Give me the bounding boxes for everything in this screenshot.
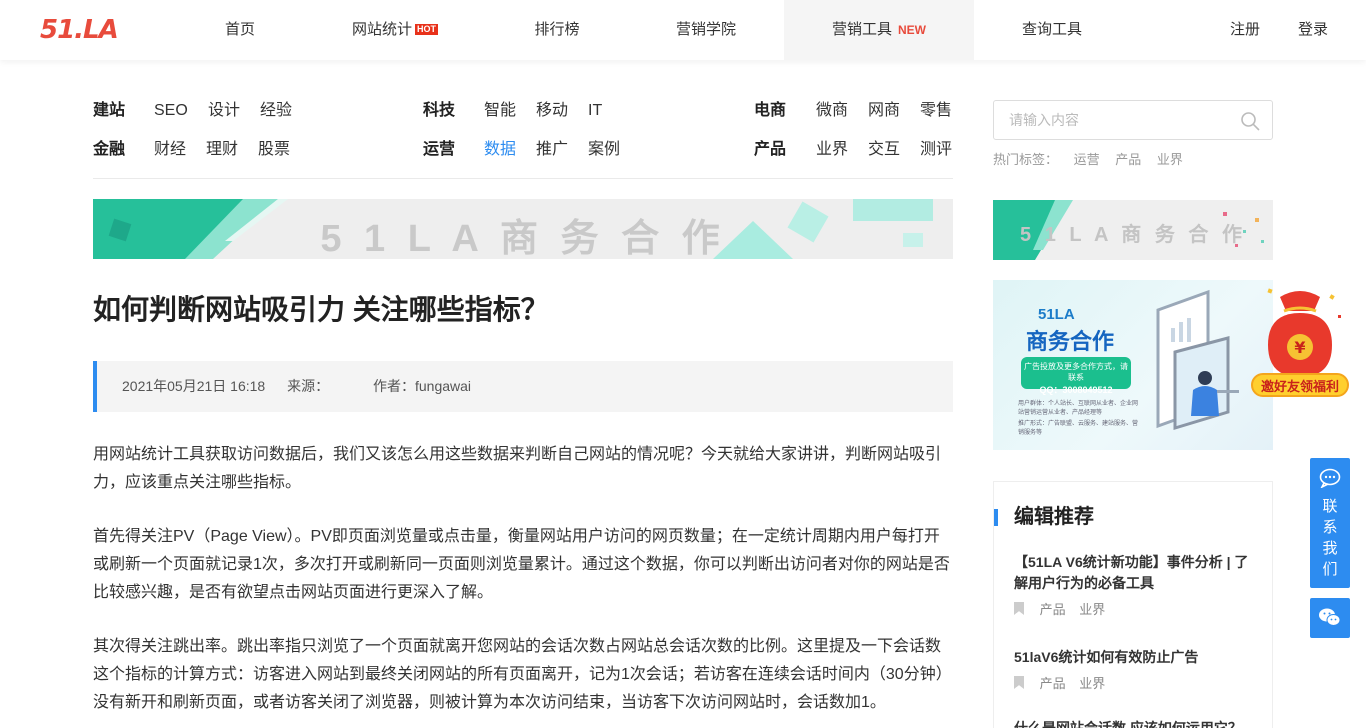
pick-tag[interactable]: 业界 bbox=[1079, 676, 1105, 691]
search-icon[interactable] bbox=[1240, 111, 1260, 131]
article-paragraph: 首先得关注PV（Page View）。PV即页面浏览量或点击量，衡量网站用户访问… bbox=[93, 528, 950, 601]
pick-title[interactable]: 什么是网站会话数 应该如何运用它？ bbox=[1014, 718, 1254, 728]
nav-label: 排行榜 bbox=[534, 21, 580, 38]
chat-icon bbox=[1319, 468, 1341, 489]
nav-label: 网站统计 bbox=[351, 21, 412, 38]
side-banner-text: 5 1 L A 商 务 合 作 bbox=[1020, 224, 1246, 246]
nav-ranking[interactable]: 排行榜 bbox=[512, 0, 602, 60]
picks-title: 编辑推荐 bbox=[1014, 506, 1094, 528]
category-link[interactable]: 微商 bbox=[816, 100, 848, 122]
category-link[interactable]: 推广 bbox=[536, 139, 568, 161]
category-link-active[interactable]: 数据 bbox=[484, 139, 516, 161]
ad-contact-pill: 广告投放及更多合作方式，请联系 QQ：3008049512 bbox=[1021, 357, 1131, 395]
pick-tag[interactable]: 产品 bbox=[1040, 602, 1066, 617]
category-link[interactable]: 财经 bbox=[154, 139, 186, 161]
side-cooperation-banner[interactable]: 5 1 L A 商 务 合 作 bbox=[993, 200, 1273, 260]
nav-label: 查询工具 bbox=[1021, 21, 1082, 38]
top-header: 51.LA 首页 网站统计 HOT 排行榜 营销学院 营销工具 NEW 查询工具 注… bbox=[0, 0, 1366, 60]
category-link[interactable]: 网商 bbox=[868, 100, 900, 122]
hot-badge: HOT bbox=[415, 24, 438, 35]
hot-tag[interactable]: 运营 bbox=[1074, 152, 1100, 167]
category-link[interactable]: 案例 bbox=[588, 139, 620, 161]
nav-label: 营销工具 bbox=[831, 21, 892, 38]
category-link[interactable]: 智能 bbox=[484, 100, 516, 122]
search-box bbox=[993, 100, 1273, 140]
category-head[interactable]: 建站 bbox=[93, 100, 125, 122]
contact-char: 联 bbox=[1322, 498, 1338, 515]
nav-marketing-academy[interactable]: 营销学院 bbox=[660, 0, 752, 60]
site-logo[interactable]: 51.LA bbox=[40, 16, 119, 44]
ad-fine-print: 推广形式：广告联盟、云服务、建站服务、营销服务等 bbox=[1018, 421, 1139, 436]
pick-title[interactable]: 【51LA V6统计新功能】事件分析 | 了解用户行为的必备工具 bbox=[1014, 552, 1254, 594]
hot-tag[interactable]: 产品 bbox=[1115, 152, 1141, 167]
business-ad-card[interactable]: 51LA 商务合作 广告投放及更多合作方式，请联系 QQ：3008049512 … bbox=[993, 280, 1273, 450]
article-date: 2021年05月21日 16:18 bbox=[122, 378, 266, 394]
article-source: 来源： bbox=[287, 378, 330, 394]
hot-tags: 热门标签： 运营 产品 业界 bbox=[993, 150, 1183, 170]
nav-label: 营销学院 bbox=[675, 21, 736, 38]
category-link[interactable]: 移动 bbox=[536, 100, 568, 122]
hot-tag[interactable]: 业界 bbox=[1157, 152, 1183, 167]
article-author: 作者：fungawai bbox=[373, 378, 472, 394]
ad-brand: 51LA bbox=[1038, 306, 1075, 323]
nav-query-tools[interactable]: 查询工具 bbox=[1006, 0, 1098, 60]
category-head[interactable]: 电商 bbox=[754, 100, 786, 122]
ad-fine-print: 用户群体：个人站长、互联网从业者、企业网站营销运营从业者、产品经理等 bbox=[1018, 401, 1139, 416]
category-head[interactable]: 科技 bbox=[423, 100, 455, 122]
pick-tags: 产品 业界 bbox=[1014, 601, 1115, 619]
hot-tags-label: 热门标签： bbox=[993, 152, 1059, 167]
banner-text: 5 1 L A 商 务 合 作 bbox=[320, 218, 726, 259]
category-link[interactable]: 设计 bbox=[208, 100, 240, 122]
invite-reward-button[interactable]: 邀好友领福利 bbox=[1251, 373, 1349, 397]
wechat-icon bbox=[1319, 608, 1341, 626]
pick-tags: 产品 业界 bbox=[1014, 675, 1115, 693]
nav-site-stats[interactable]: 网站统计 HOT bbox=[340, 0, 450, 60]
contact-char: 系 bbox=[1322, 519, 1338, 536]
login-link[interactable]: 登录 bbox=[1298, 0, 1328, 60]
contact-us-button[interactable]: 联 系 我 们 bbox=[1310, 458, 1350, 588]
business-cooperation-banner[interactable]: 5 1 L A 商 务 合 作 bbox=[93, 199, 953, 259]
register-link[interactable]: 注册 bbox=[1230, 0, 1260, 60]
nav-marketing-tools[interactable]: 营销工具 NEW bbox=[784, 0, 974, 60]
contact-char: 我 bbox=[1322, 540, 1338, 557]
category-link[interactable]: 零售 bbox=[920, 100, 952, 122]
article-paragraph: 其次得关注跳出率。跳出率指只浏览了一个页面就离开您网站的会话次数占网站总会话次数… bbox=[93, 638, 952, 711]
contact-chars: 联 系 我 们 bbox=[1310, 496, 1350, 580]
picks-accent-bar bbox=[994, 509, 998, 526]
editor-picks: 编辑推荐 【51LA V6统计新功能】事件分析 | 了解用户行为的必备工具 产品… bbox=[993, 481, 1273, 728]
ad-title: 商务合作 bbox=[1026, 329, 1115, 354]
pick-title[interactable]: 51laV6统计如何有效防止广告 bbox=[1014, 647, 1254, 668]
category-link[interactable]: 业界 bbox=[816, 139, 848, 161]
envelope-symbol: ¥ bbox=[1294, 338, 1305, 357]
category-divider bbox=[93, 178, 953, 179]
contact-char: 们 bbox=[1322, 561, 1338, 578]
bookmark-icon bbox=[1014, 676, 1024, 689]
category-link[interactable]: 理财 bbox=[206, 139, 238, 161]
nav-label: 首页 bbox=[224, 21, 255, 38]
new-badge: NEW bbox=[898, 23, 926, 37]
article-title: 如何判断网站吸引力 关注哪些指标？ bbox=[93, 294, 549, 325]
category-head[interactable]: 运营 bbox=[423, 139, 455, 161]
category-head[interactable]: 金融 bbox=[93, 139, 125, 161]
category-link[interactable]: 测评 bbox=[920, 139, 952, 161]
category-link[interactable]: 经验 bbox=[260, 100, 292, 122]
nav-home[interactable]: 首页 bbox=[200, 0, 280, 60]
category-head[interactable]: 产品 bbox=[754, 139, 786, 161]
pick-tag[interactable]: 业界 bbox=[1079, 602, 1105, 617]
category-link[interactable]: 交互 bbox=[868, 139, 900, 161]
pick-tag[interactable]: 产品 bbox=[1040, 676, 1066, 691]
search-input[interactable] bbox=[994, 101, 1224, 139]
ad-pill-line: 广告投放及更多合作方式，请联系 bbox=[1024, 362, 1128, 382]
article-paragraph: 用网站统计工具获取访问数据后，我们又该怎么用这些数据来判断自己网站的情况呢？今天… bbox=[93, 446, 942, 491]
article-meta: 2021年05月21日 16:18 来源： 作者：fungawai bbox=[93, 361, 953, 412]
wechat-button[interactable] bbox=[1310, 598, 1350, 638]
category-link[interactable]: IT bbox=[588, 100, 602, 122]
category-link[interactable]: 股票 bbox=[258, 139, 290, 161]
category-link[interactable]: SEO bbox=[154, 100, 188, 122]
ad-qq: QQ：3008049512 bbox=[1039, 385, 1113, 395]
bookmark-icon bbox=[1014, 602, 1024, 615]
